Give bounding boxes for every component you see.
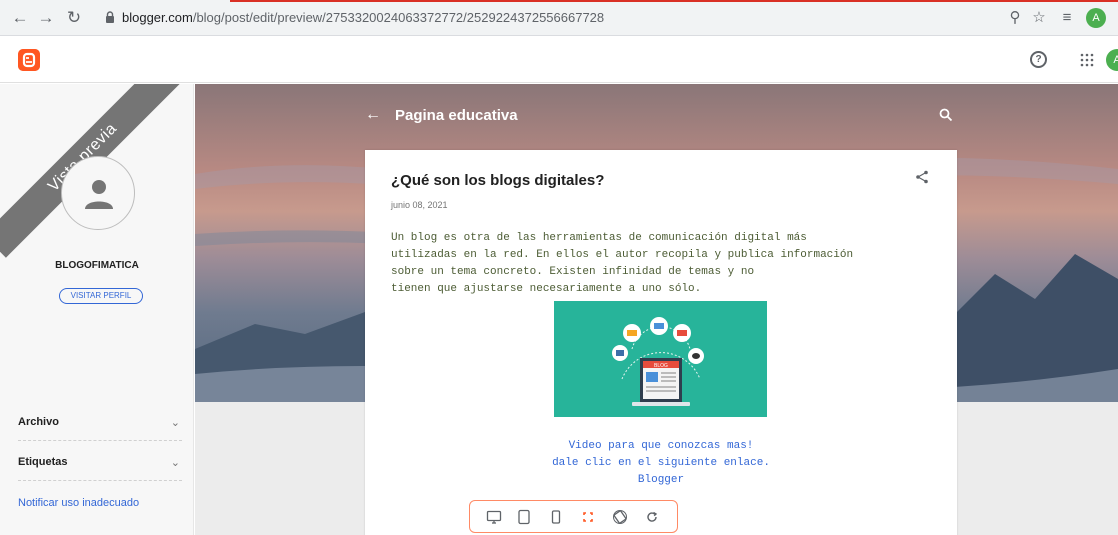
profile-name: BLOGOFIMATICA [55, 260, 139, 271]
labels-label: Etiquetas [18, 456, 68, 468]
sidebar: Vista previa BLOGOFIMATICA VISITAR PERFI… [0, 84, 194, 535]
archive-label: Archivo [18, 416, 59, 428]
tablet-icon[interactable] [516, 509, 532, 525]
forward-arrow-icon[interactable]: → [36, 8, 56, 28]
search-icon[interactable] [939, 108, 953, 122]
blogger-logo-icon[interactable] [18, 49, 40, 71]
image-caption: BLOG [654, 363, 668, 369]
url-path: /blog/post/edit/preview/2753320024063372… [192, 10, 605, 25]
help-icon[interactable]: ? [1030, 51, 1047, 68]
labels-section[interactable]: Etiquetas ⌄ [18, 456, 182, 478]
blog-preview: ← Pagina educativa ¿Qué son los blogs di… [195, 84, 1118, 535]
post-title: ¿Qué son los blogs digitales? [391, 172, 605, 189]
chevron-down-icon: ⌄ [170, 417, 180, 429]
share-icon[interactable] [915, 170, 929, 184]
browser-toolbar: ← → ↻ blogger.com/blog/post/edit/preview… [0, 0, 1118, 36]
refresh-icon[interactable] [644, 509, 660, 525]
divider [18, 480, 182, 481]
back-arrow-icon[interactable]: ← [10, 8, 30, 28]
post-links: Video para que conozcas mas! dale clic e… [365, 438, 957, 489]
profile-picture[interactable] [61, 156, 135, 230]
tab-accent [800, 0, 1118, 2]
person-icon [85, 180, 113, 209]
blogger-link[interactable]: Blogger [365, 472, 957, 489]
report-abuse-link[interactable]: Notificar uso inadecuado [18, 497, 139, 509]
archive-section[interactable]: Archivo ⌄ [18, 416, 182, 438]
zoom-icon[interactable]: ⚲ [1006, 9, 1024, 27]
post-body: Un blog es otra de las herramientas de c… [391, 232, 854, 295]
divider [18, 440, 182, 441]
mobile-icon[interactable] [548, 509, 564, 525]
blogger-header: ? A [0, 37, 1118, 83]
reading-list-icon[interactable]: ≡ [1058, 9, 1076, 27]
address-bar[interactable]: blogger.com/blog/post/edit/preview/27533… [122, 10, 604, 25]
lock-icon [106, 11, 114, 23]
desktop-icon[interactable] [486, 509, 502, 525]
star-icon[interactable]: ☆ [1030, 9, 1048, 27]
apps-grid-icon[interactable] [1080, 53, 1094, 67]
chevron-down-icon: ⌄ [170, 457, 180, 469]
fullscreen-icon[interactable] [580, 509, 596, 525]
back-arrow-icon[interactable]: ← [365, 106, 381, 124]
browser-profile-avatar[interactable]: A [1086, 8, 1106, 28]
post-date: junio 08, 2021 [391, 200, 448, 210]
url-host: blogger.com [122, 10, 193, 25]
device-preview-toolbar [469, 500, 678, 533]
rotate-icon[interactable] [612, 509, 628, 525]
account-avatar[interactable]: A [1106, 49, 1118, 71]
reload-icon[interactable]: ↻ [64, 8, 84, 28]
click-text: dale clic en el siguiente enlace. [552, 457, 770, 469]
video-text: Video para que conozcas mas! [568, 440, 754, 452]
tab-accent [230, 0, 810, 2]
blog-title[interactable]: Pagina educativa [395, 107, 518, 124]
visit-profile-button[interactable]: VISITAR PERFIL [59, 288, 143, 304]
post-card: ¿Qué son los blogs digitales? junio 08, … [365, 150, 957, 535]
blog-illustration-image: BLOG [554, 301, 767, 417]
